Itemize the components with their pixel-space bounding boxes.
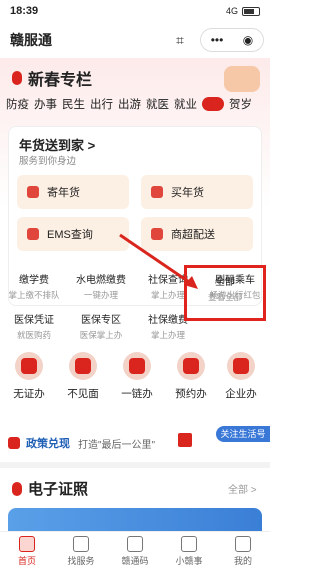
service-sub: 掌上办理: [150, 330, 185, 340]
service-sub: 就医购药: [16, 330, 51, 340]
quick-services: 无证办 不见面 一链办 预约办 企业办: [0, 352, 270, 412]
festival-decoration: [224, 66, 260, 92]
more-icon[interactable]: •••: [211, 33, 224, 47]
card-title[interactable]: 年货送到家 >: [19, 135, 95, 154]
service-sub: 一键办理: [83, 290, 118, 300]
user-icon: [235, 536, 251, 552]
tab-fangyi[interactable]: 防疫: [6, 96, 29, 112]
tab-label: 首页: [17, 556, 36, 566]
service-utility-payment[interactable]: 水电燃缴费 一键办理: [68, 268, 134, 308]
shopping-icon: [151, 186, 163, 198]
grid-icon: [73, 536, 89, 552]
festival-tabs: 防疫 办事 民生 出行 出游 就医 就业 贺岁: [0, 96, 270, 112]
ecert-header: 电子证照: [12, 478, 88, 499]
qrcode-icon: [127, 536, 143, 552]
status-time: 18:39: [10, 5, 39, 17]
tab-label: 赣通码: [121, 556, 149, 566]
section-divider: [0, 462, 270, 468]
tab-jiuyi[interactable]: 就医: [146, 96, 169, 112]
firecracker-icon: [123, 352, 151, 380]
tab-find-service[interactable]: 找服务: [54, 532, 108, 569]
tile-label: 寄年货: [47, 187, 80, 199]
tab-gantong-code[interactable]: 赣通码: [108, 532, 162, 569]
battery-icon: [242, 6, 260, 16]
tab-mine[interactable]: 我的: [216, 532, 270, 569]
tab-label: 我的: [233, 556, 252, 566]
scroll-icon: [227, 352, 255, 380]
festival-header: 新春专栏: [12, 66, 92, 90]
tab-decoration-icon: [202, 97, 224, 111]
tile-ems-query[interactable]: EMS查询: [17, 217, 129, 251]
ecert-all-link[interactable]: 全部 >: [228, 481, 257, 496]
lantern-icon: [12, 481, 22, 496]
service-sub: 医保掌上办: [79, 330, 123, 340]
service-medical-zone[interactable]: 医保专区 医保掌上办: [68, 308, 134, 348]
tab-home[interactable]: 首页: [0, 532, 54, 569]
service-sub: 掌上缴不排队: [8, 290, 60, 300]
card-subtitle: 服务到你身边: [19, 156, 77, 167]
quick-label: 预约办: [175, 388, 207, 400]
policy-desc: 打造"最后一公里": [78, 439, 156, 451]
festival-title: 新春专栏: [28, 72, 93, 89]
quick-label: 无证办: [13, 388, 45, 400]
gift-icon[interactable]: [178, 433, 192, 447]
quick-appointment[interactable]: 预约办: [164, 352, 218, 401]
tab-hesui[interactable]: 贺岁: [229, 96, 252, 112]
policy-icon: [8, 437, 20, 449]
tab-chuyou[interactable]: 出游: [118, 96, 141, 112]
service-name: 医保专区: [81, 315, 121, 326]
tab-minsheng[interactable]: 民生: [62, 96, 85, 112]
tile-send-goods[interactable]: 寄年货: [17, 175, 129, 209]
bottom-tab-bar: 首页 找服务 赣通码 小赣事 我的: [0, 531, 270, 569]
ems-icon: [27, 228, 39, 240]
annotation-highlight-box: [184, 265, 266, 321]
ecert-title: 电子证照: [28, 481, 89, 498]
tile-supermarket-delivery[interactable]: 商超配送: [141, 217, 253, 251]
tab-label: 小赣事: [175, 556, 203, 566]
quick-label: 不见面: [67, 388, 99, 400]
scan-icon[interactable]: ⌗: [176, 32, 184, 49]
tab-xiaoganshi[interactable]: 小赣事: [162, 532, 216, 569]
quick-label: 企业办: [225, 388, 257, 400]
service-medical-voucher[interactable]: 医保凭证 就医购药: [1, 308, 67, 348]
red-envelope-icon: [69, 352, 97, 380]
tab-chuxing[interactable]: 出行: [90, 96, 113, 112]
quick-one-chain[interactable]: 一链办: [110, 352, 164, 401]
service-name: 医保凭证: [14, 315, 54, 326]
app-title: 赣服通: [10, 32, 52, 48]
app-header: 赣服通 ⌗ ••• ◉: [0, 22, 270, 58]
store-icon: [151, 228, 163, 240]
miniapp-capsule[interactable]: ••• ◉: [200, 28, 264, 52]
quick-enterprise[interactable]: 企业办: [214, 352, 268, 401]
tab-banshi[interactable]: 办事: [34, 96, 57, 112]
tile-buy-goods[interactable]: 买年货: [141, 175, 253, 209]
quick-label: 一链办: [121, 388, 153, 400]
service-name: 水电燃缴费: [76, 275, 126, 286]
god-of-wealth-icon: [177, 352, 205, 380]
lantern-icon: [15, 352, 43, 380]
tab-label: 找服务: [67, 556, 95, 566]
lantern-icon: [12, 71, 22, 85]
package-icon: [27, 186, 39, 198]
service-name: 缴学费: [19, 275, 49, 286]
chat-icon: [181, 536, 197, 552]
quick-no-certificate[interactable]: 无证办: [2, 352, 56, 401]
home-icon: [19, 536, 35, 552]
network-label: 4G: [225, 6, 238, 16]
quick-no-meeting[interactable]: 不见面: [56, 352, 110, 401]
tile-label: 商超配送: [171, 229, 215, 241]
status-right: 4G: [226, 6, 260, 16]
close-icon[interactable]: ◉: [243, 33, 253, 47]
tab-jiuye[interactable]: 就业: [174, 96, 197, 112]
service-tuition[interactable]: 缴学费 掌上缴不排队: [1, 268, 67, 308]
tile-label: 买年货: [171, 187, 204, 199]
follow-life-account-button[interactable]: 关注生活号: [216, 426, 270, 442]
policy-title: 政策兑现: [26, 438, 70, 450]
tile-label: EMS查询: [47, 229, 93, 241]
status-bar: 18:39 4G: [0, 0, 270, 22]
